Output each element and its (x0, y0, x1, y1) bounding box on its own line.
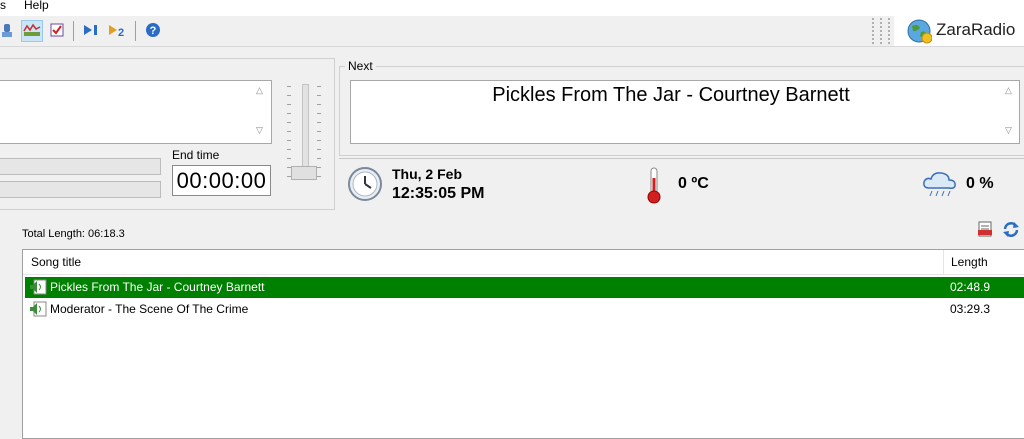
audio-file-icon (29, 301, 47, 320)
svg-text:2: 2 (118, 27, 124, 38)
current-track-box[interactable]: △ ▽ (0, 80, 272, 144)
column-divider[interactable] (943, 250, 944, 274)
toolbar-grip (872, 18, 874, 44)
menu-bar: s Help (0, 0, 1024, 16)
refresh-list-icon[interactable] (1001, 220, 1021, 241)
slider-ticks (287, 86, 291, 178)
playlist-header: Song title Length (23, 250, 1024, 275)
zararadio-logo: ZaraRadio (894, 16, 1024, 46)
play-next-2-icon: 2 (108, 22, 126, 41)
profile-button[interactable] (0, 20, 18, 42)
play-next-2-button[interactable]: 2 (106, 20, 128, 42)
svg-text:?: ? (150, 25, 157, 37)
column-length[interactable]: Length (951, 255, 988, 269)
play-next-1-button[interactable] (80, 20, 102, 42)
slider-ticks (317, 86, 321, 178)
help-button[interactable]: ? (142, 20, 164, 42)
scroll-up-icon[interactable]: △ (256, 85, 263, 96)
playlist-row[interactable]: Moderator - The Scene Of The Crime 03:29… (25, 299, 1024, 320)
volume-slider-track[interactable] (302, 84, 309, 178)
checklist-icon (49, 22, 65, 41)
toolbar-separator (73, 21, 74, 41)
menu-item-help[interactable]: Help (24, 0, 49, 12)
toolbar-grip (880, 18, 882, 44)
menu-item-partial[interactable]: s (0, 0, 6, 12)
toolbar-grip (888, 18, 890, 44)
progress-bar-top (0, 158, 161, 175)
toolbar: 2 ? ZaraRadio (0, 16, 1024, 47)
next-track-title: Pickles From The Jar - Courtney Barnett (492, 84, 850, 106)
column-song-title[interactable]: Song title (31, 255, 81, 269)
row-length: 03:29.3 (950, 302, 991, 316)
checklist-button[interactable] (46, 20, 68, 42)
rain-cloud-icon (921, 170, 959, 201)
delete-list-icon[interactable] (976, 220, 994, 241)
end-time-label: End time (172, 148, 220, 162)
total-length-label: Total Length: 06:18.3 (22, 228, 125, 240)
toolbar-separator (135, 21, 136, 41)
playlist-row[interactable]: Pickles From The Jar - Courtney Barnett … (25, 277, 1024, 298)
clock-icon (347, 166, 383, 205)
play-next-1-icon (82, 22, 100, 41)
temperature-text: 0 ºC (678, 175, 709, 192)
logo-text: ZaraRadio (936, 20, 1016, 39)
spectrum-icon (23, 22, 41, 41)
end-time-display: 00:00:00 (172, 165, 271, 196)
rain-text: 0 % (966, 175, 994, 192)
playlist[interactable]: Song title Length Pickles From The Jar -… (22, 249, 1024, 439)
globe-logo-icon (906, 18, 933, 47)
row-title: Pickles From The Jar - Courtney Barnett (50, 280, 265, 294)
spectrum-button[interactable] (21, 20, 43, 42)
profile-icon (0, 22, 15, 41)
row-length: 02:48.9 (950, 280, 991, 294)
scroll-up-icon[interactable]: △ (1005, 85, 1012, 96)
scroll-down-icon[interactable]: ▽ (1005, 125, 1012, 136)
volume-slider-thumb[interactable] (291, 166, 317, 180)
row-title: Moderator - The Scene Of The Crime (50, 302, 249, 316)
date-text: Thu, 2 Feb (392, 166, 462, 182)
time-text: 12:35:05 PM (392, 185, 485, 202)
scroll-down-icon[interactable]: ▽ (256, 125, 263, 136)
audio-file-icon (29, 279, 47, 298)
progress-bar-bottom (0, 181, 161, 198)
thermometer-icon (645, 166, 663, 207)
next-label: Next (345, 59, 376, 73)
help-icon: ? (145, 22, 161, 41)
